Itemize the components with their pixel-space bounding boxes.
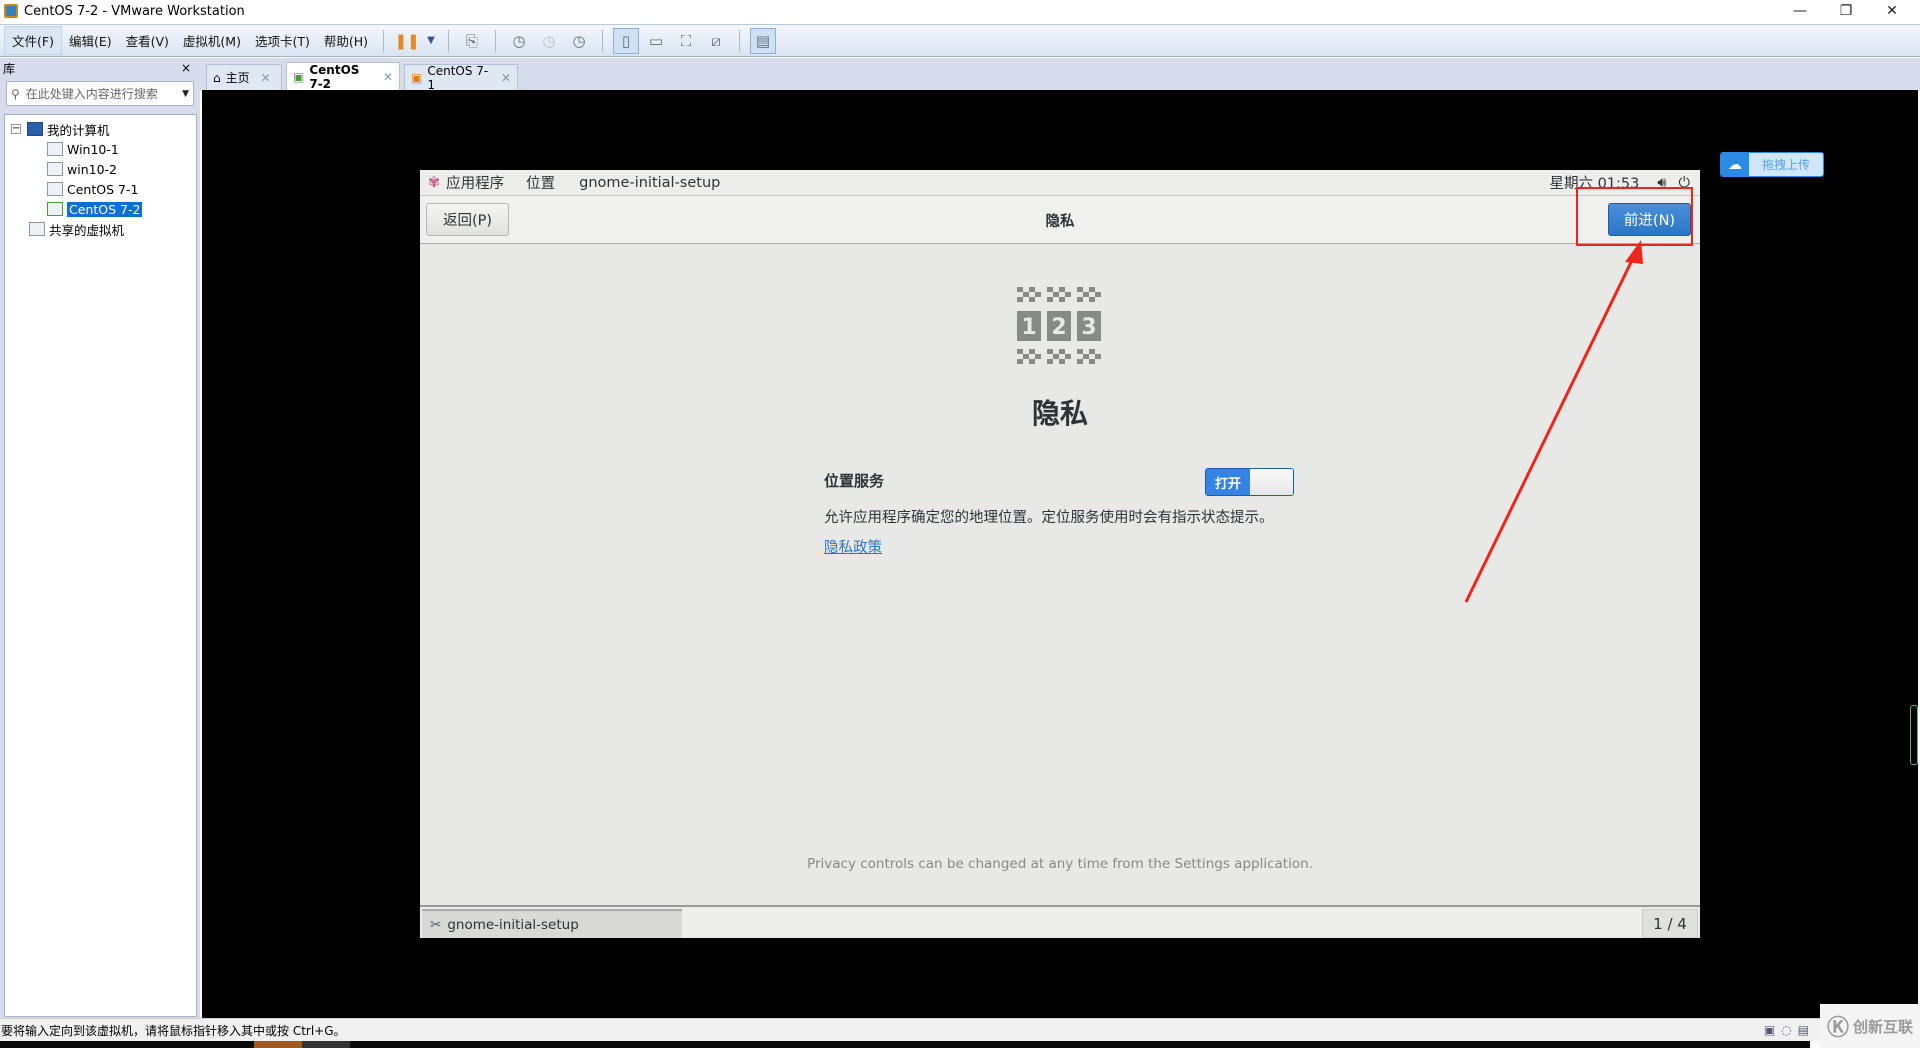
computer-icon (27, 122, 43, 136)
vm-running-icon (47, 202, 63, 216)
gnome-top-bar: ✾ 应用程序 位置 gnome-initial-setup 星期六 01:53 … (420, 170, 1700, 196)
tree-node-vm-selected[interactable]: CentOS 7-2 (5, 199, 196, 219)
applications-menu[interactable]: 应用程序 (446, 172, 504, 193)
location-description: 允许应用程序确定您的地理位置。定位服务使用时会有指示状态提示。 (824, 510, 1274, 526)
library-tree: − 我的计算机 Win10-1 win10-2 CentOS 7-1 CentO… (4, 114, 197, 1017)
toggle-on-label: 打开 (1206, 469, 1250, 495)
guest-screen[interactable]: ✾ 应用程序 位置 gnome-initial-setup 星期六 01:53 … (420, 170, 1700, 938)
vm-icon (47, 162, 63, 176)
location-services-toggle[interactable]: 打开 (1205, 468, 1294, 496)
workspace-pager[interactable]: 1 / 4 (1642, 909, 1698, 938)
annotation-highlight-box (1576, 187, 1693, 246)
vm-suspended-icon: ▣ (411, 70, 423, 85)
fullscreen-icon[interactable]: ⛶ (673, 28, 699, 54)
show-library-icon[interactable]: ▯ (613, 27, 640, 54)
footer-note: Privacy controls can be changed at any t… (807, 856, 1313, 872)
location-services-label: 位置服务 (824, 472, 885, 490)
minimize-button[interactable]: — (1777, 0, 1823, 22)
header-title: 隐私 (1045, 214, 1075, 230)
vmware-app-icon (4, 4, 18, 18)
tab-centos-7-2[interactable]: ▣ CentOS 7-2 ✕ (286, 62, 400, 91)
console-view-icon[interactable]: ▤ (750, 27, 777, 54)
snapshot-manager-icon[interactable]: ◷ (566, 28, 592, 54)
snapshot-revert-icon[interactable]: ◷ (536, 28, 562, 54)
send-ctrl-alt-del-icon[interactable]: ⎘ (459, 28, 485, 54)
app-menu[interactable]: gnome-initial-setup (579, 175, 720, 191)
taskbar-strip (0, 1041, 1810, 1048)
gnome-foot-icon: ✾ (428, 174, 441, 191)
shared-vms-icon (29, 222, 45, 236)
scroll-handle[interactable] (1910, 705, 1918, 765)
svg-text:3: 3 (1081, 315, 1096, 340)
tree-node-vm[interactable]: CentOS 7-1 (5, 179, 196, 199)
tab-close-icon[interactable]: ✕ (501, 71, 511, 85)
menu-view[interactable]: 查看(V) (119, 27, 176, 54)
pause-icon[interactable]: ❚❚ (394, 28, 420, 54)
library-title: 库 (3, 61, 16, 76)
menu-tabs[interactable]: 选项卡(T) (248, 27, 317, 54)
close-button[interactable]: ✕ (1869, 0, 1915, 22)
tools-icon: ✂ (430, 916, 442, 933)
menu-vm[interactable]: 虚拟机(M) (176, 27, 248, 54)
tab-home[interactable]: ⌂ 主页 ✕ (206, 64, 282, 90)
search-icon: ⚲ (11, 86, 20, 101)
search-placeholder: 在此处键入内容进行搜索 (25, 87, 158, 101)
privacy-policy-link[interactable]: 隐私政策 (824, 536, 882, 557)
tree-node-vm[interactable]: Win10-1 (5, 139, 196, 159)
tree-node-my-computer[interactable]: − 我的计算机 (5, 119, 196, 139)
thumbnail-bar-icon[interactable]: ▭ (643, 28, 669, 54)
tab-centos-7-1[interactable]: ▣ CentOS 7-1 ✕ (404, 64, 518, 92)
baidu-upload-button[interactable]: ☁ 拖拽上传 (1720, 152, 1824, 177)
taskbar-item[interactable]: ✂ gnome-initial-setup (422, 909, 682, 938)
library-header: 库 × (0, 58, 197, 78)
menu-help[interactable]: 帮助(H) (317, 27, 375, 54)
tree-node-vm[interactable]: win10-2 (5, 159, 196, 179)
library-search-input[interactable]: ⚲ 在此处键入内容进行搜索 ▼ (6, 81, 194, 106)
watermark-logo: Ⓚ 创新互联 (1820, 1004, 1920, 1048)
menu-file[interactable]: 文件(F) (4, 26, 62, 55)
privacy-icon: 123 (1017, 287, 1101, 364)
collapse-icon[interactable]: − (11, 124, 21, 134)
library-close-button[interactable]: × (181, 61, 191, 75)
chevron-down-icon[interactable]: ▼ (182, 89, 189, 99)
menu-edit[interactable]: 编辑(E) (62, 27, 119, 54)
menu-toolbar: 文件(F) 编辑(E) 查看(V) 虚拟机(M) 选项卡(T) 帮助(H) ❚❚… (0, 24, 1920, 57)
home-icon: ⌂ (213, 70, 221, 85)
toggle-knob[interactable] (1250, 469, 1293, 495)
vm-running-icon: ▣ (293, 69, 305, 84)
page-title: 隐私 (1031, 397, 1088, 430)
cloud-icon: ☁ (1721, 153, 1749, 176)
restore-button[interactable]: ❐ (1823, 0, 1869, 22)
places-menu[interactable]: 位置 (526, 172, 555, 193)
svg-text:2: 2 (1051, 315, 1066, 340)
tab-strip: ⌂ 主页 ✕ ▣ CentOS 7-2 ✕ ▣ CentOS 7-1 ✕ (200, 58, 1920, 92)
snapshot-take-icon[interactable]: ◷ (506, 28, 532, 54)
vm-suspended-icon (47, 142, 63, 156)
gnome-bottom-panel: ✂ gnome-initial-setup 1 / 4 (420, 905, 1700, 938)
status-text: 要将输入定向到该虚拟机，请将鼠标指针移入其中或按 Ctrl+G。 (1, 1023, 346, 1038)
status-bar: 要将输入定向到该虚拟机，请将鼠标指针移入其中或按 Ctrl+G。 ▣◌▤ (0, 1018, 1920, 1041)
setup-header-bar: 返回(P) 隐私 前进(N) (420, 196, 1700, 244)
tab-close-icon[interactable]: ✕ (261, 71, 271, 85)
window-title: CentOS 7-2 - VMware Workstation (24, 3, 245, 19)
vm-suspended-icon (47, 182, 63, 196)
svg-text:1: 1 (1021, 315, 1036, 340)
tree-node-shared-vms[interactable]: 共享的虚拟机 (5, 219, 196, 239)
device-status-icons[interactable]: ▣◌▤ (1764, 1023, 1815, 1037)
chevron-down-icon[interactable]: ▼ (424, 28, 438, 54)
tab-close-icon[interactable]: ✕ (383, 70, 393, 84)
unity-icon[interactable]: ⧄ (703, 28, 729, 54)
title-bar: CentOS 7-2 - VMware Workstation (0, 0, 1920, 22)
